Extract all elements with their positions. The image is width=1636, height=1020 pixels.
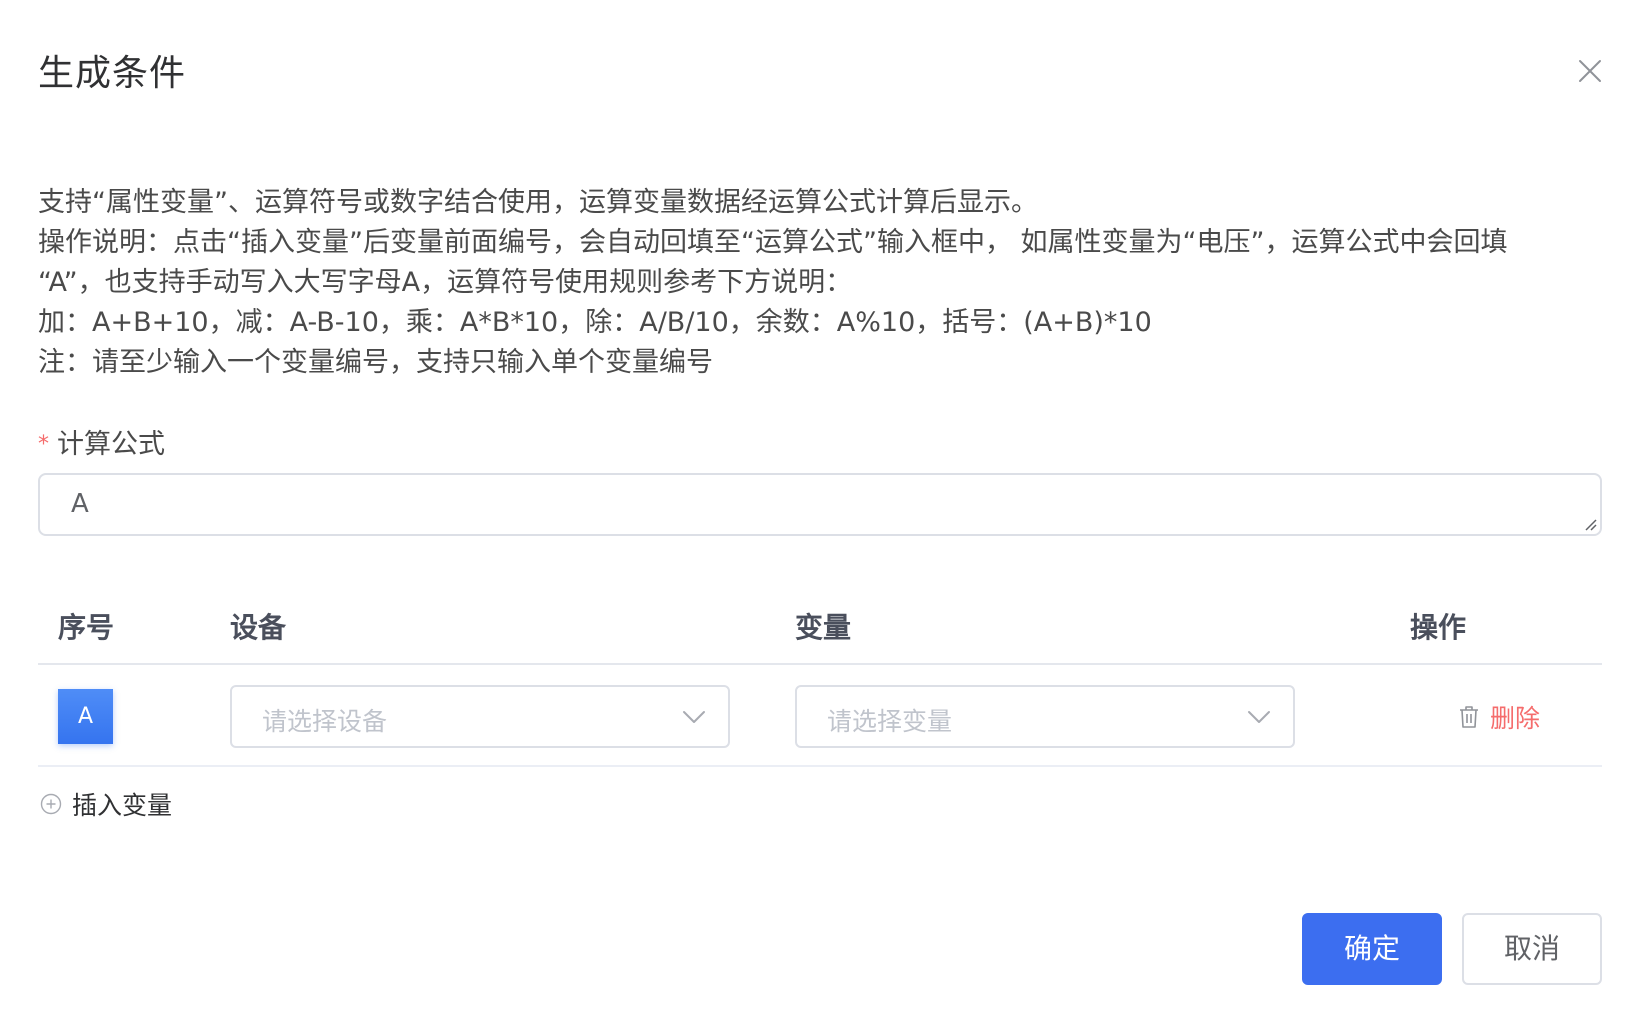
description-line: 注：请至少输入一个变量编号，支持只输入单个变量编号 [38, 347, 713, 378]
table-row: A 请选择设备 请选择变量 删除 [38, 665, 1602, 767]
description-line: 支持“属性变量”、运算符号或数字结合使用，运算变量数据经运算公式计算后显示。 [38, 187, 1038, 218]
header-variable: 变量 [795, 611, 852, 644]
insert-variable-label: 插入变量 [72, 791, 173, 820]
formula-textarea[interactable]: A [38, 473, 1602, 536]
index-badge: A [58, 689, 113, 744]
device-select-placeholder: 请选择设备 [262, 707, 388, 736]
required-mark: * [38, 432, 49, 457]
description-line: “A”，也支持手动写入大写字母A，运算符号使用规则参考下方说明： [38, 267, 853, 298]
resize-grip-icon[interactable] [1581, 515, 1597, 531]
close-icon[interactable] [1577, 58, 1603, 84]
header-device: 设备 [230, 611, 287, 644]
formula-label: * 计算公式 [38, 422, 165, 461]
generate-condition-dialog: 生成条件 支持“属性变量”、运算符号或数字结合使用，运算变量数据经运算公式计算后… [0, 0, 1636, 1020]
variable-select[interactable]: 请选择变量 [795, 685, 1295, 748]
header-index: 序号 [58, 611, 115, 644]
insert-variable-button[interactable]: 插入变量 [40, 786, 172, 822]
table-header: 序号 设备 变量 操作 [38, 590, 1602, 665]
plus-circle-icon [40, 793, 62, 815]
formula-label-text: 计算公式 [57, 429, 165, 460]
confirm-button[interactable]: 确定 [1302, 913, 1442, 985]
chevron-down-icon [1248, 711, 1270, 723]
dialog-title: 生成条件 [38, 53, 187, 94]
description-line: 操作说明：点击“插入变量”后变量前面编号，会自动回填至“运算公式”输入框中， 如… [38, 227, 1508, 258]
header-action: 操作 [1410, 611, 1467, 644]
cancel-button[interactable]: 取消 [1462, 913, 1602, 985]
device-select[interactable]: 请选择设备 [230, 685, 730, 748]
trash-icon [1460, 706, 1478, 728]
chevron-down-icon [683, 711, 705, 723]
formula-value: A [71, 489, 89, 519]
variable-select-placeholder: 请选择变量 [827, 707, 953, 736]
description-block: 支持“属性变量”、运算符号或数字结合使用，运算变量数据经运算公式计算后显示。 操… [38, 183, 1598, 383]
delete-label: 删除 [1490, 704, 1541, 733]
delete-row-button[interactable]: 删除 [1458, 699, 1540, 735]
variables-table: 序号 设备 变量 操作 A 请选择设备 请选择变量 删除 [38, 590, 1602, 767]
description-line: 加：A+B+10，减：A-B-10，乘：A*B*10，除：A/B/10，余数：A… [38, 307, 1152, 338]
